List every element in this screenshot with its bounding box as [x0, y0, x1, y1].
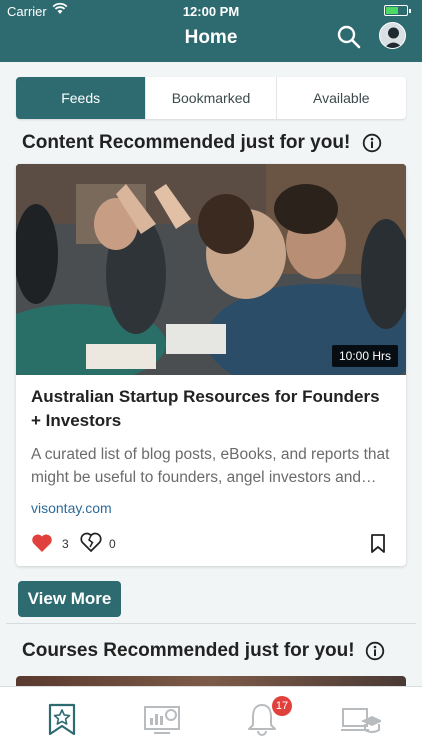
- tab-feeds[interactable]: Feeds: [16, 77, 146, 119]
- info-icon[interactable]: [362, 133, 382, 153]
- card-description: A curated list of blog posts, eBooks, an…: [31, 446, 390, 486]
- bookmark-star-icon[interactable]: [42, 701, 82, 737]
- status-time: 12:00 PM: [182, 4, 240, 19]
- content-thumbnail[interactable]: 10:00 Hrs: [16, 164, 406, 375]
- section-divider: [6, 623, 416, 624]
- card-title[interactable]: Australian Startup Resources for Founder…: [31, 385, 391, 433]
- status-bar: Carrier 12:00 PM: [0, 0, 422, 22]
- course-icon[interactable]: [341, 701, 381, 737]
- bottom-tab-bar: 17: [0, 686, 422, 750]
- team-high-five-image: [16, 164, 406, 375]
- dashboard-icon[interactable]: [142, 701, 182, 737]
- bookmark-icon[interactable]: [370, 534, 386, 553]
- tab-bookmarked[interactable]: Bookmarked: [145, 77, 275, 119]
- tab-available[interactable]: Available: [275, 77, 406, 119]
- duration-badge: 10:00 Hrs: [331, 345, 398, 367]
- content-section-title: Content Recommended just for you!: [22, 132, 351, 153]
- view-more-button[interactable]: View More: [18, 581, 121, 617]
- search-icon[interactable]: [336, 24, 362, 50]
- dislike-count: 0: [109, 537, 116, 551]
- segmented-tabs: Feeds Bookmarked Available: [16, 77, 406, 119]
- battery-icon: [384, 5, 411, 16]
- notification-badge: 17: [272, 696, 292, 716]
- avatar[interactable]: [379, 22, 406, 49]
- top-bar: Carrier 12:00 PM Home: [0, 0, 422, 62]
- broken-heart-icon[interactable]: [80, 531, 102, 553]
- like-count: 3: [62, 537, 69, 551]
- content-card[interactable]: 10:00 Hrs Australian Startup Resources f…: [16, 164, 406, 566]
- info-icon[interactable]: [365, 641, 385, 661]
- courses-section-title: Courses Recommended just for you!: [22, 640, 355, 661]
- source-link[interactable]: visontay.com: [31, 500, 112, 516]
- heart-icon[interactable]: [31, 533, 53, 553]
